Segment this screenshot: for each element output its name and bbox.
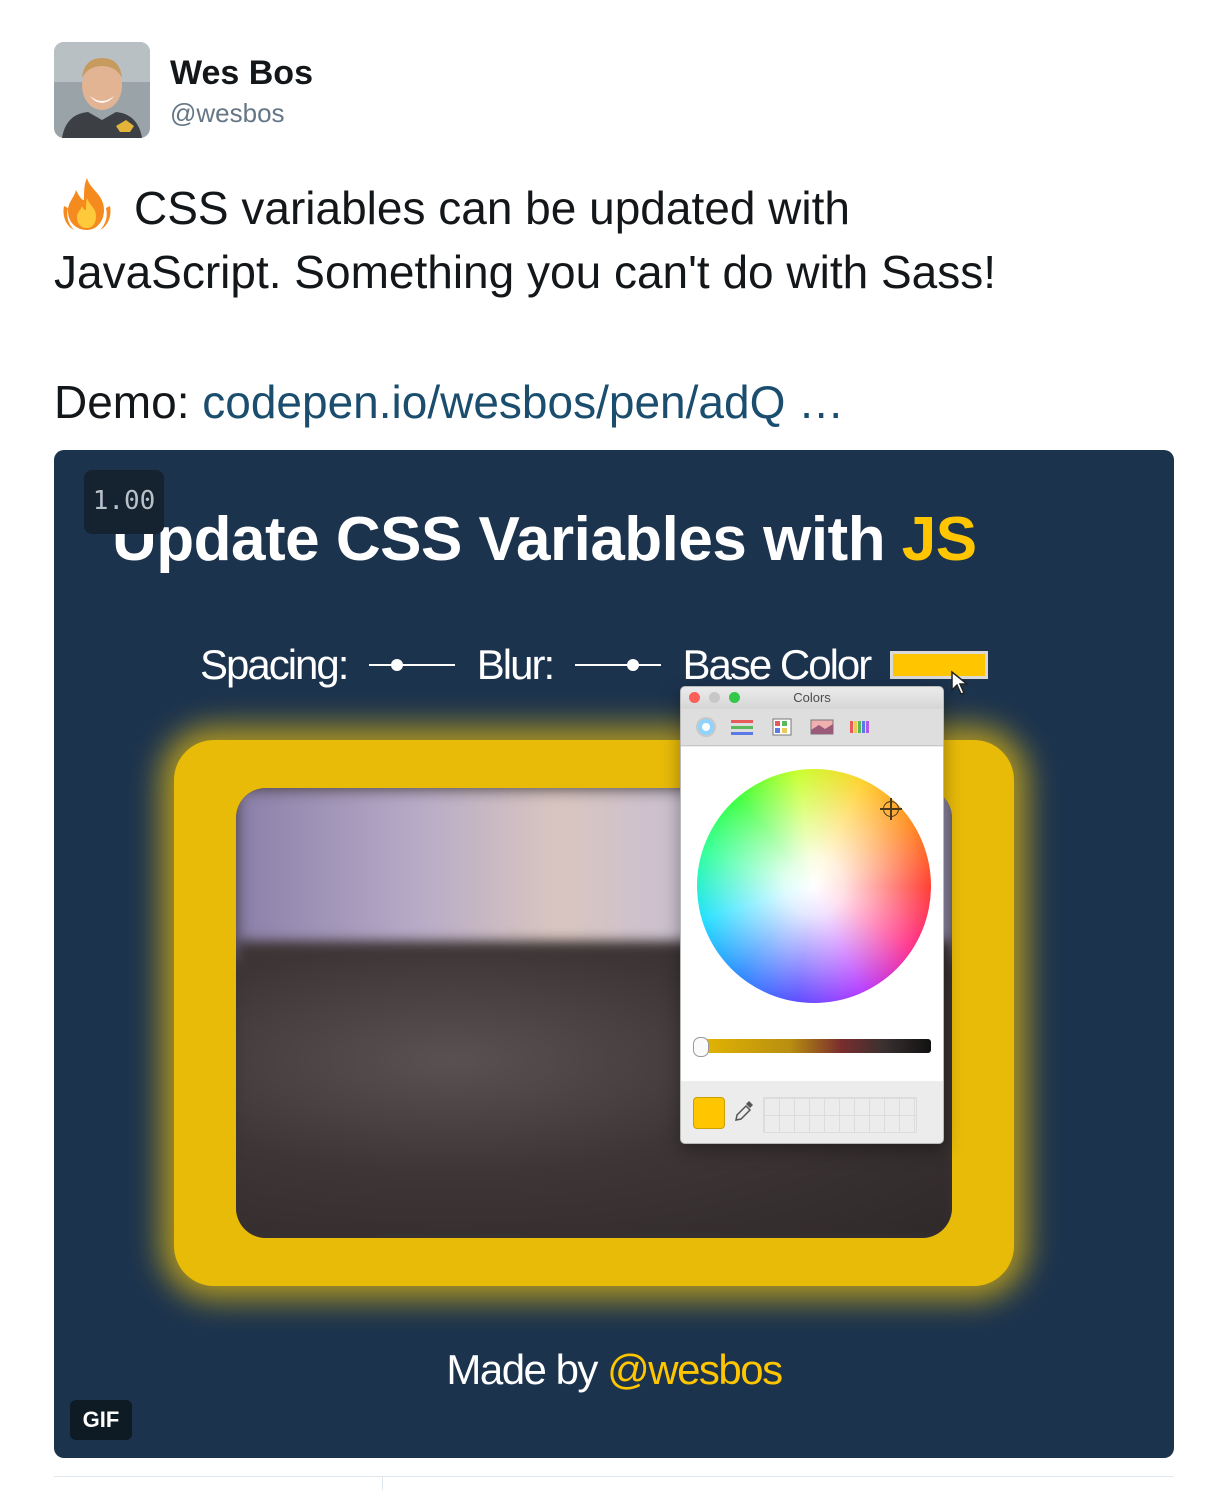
demo-label: Demo: [54, 376, 190, 428]
color-panel[interactable]: Colors [680, 686, 944, 1144]
blur-slider[interactable] [574, 655, 661, 675]
demo-link[interactable]: codepen.io/wesbos/pen/adQ … [202, 376, 844, 428]
panel-body [681, 747, 943, 1081]
spacing-label: Spacing: [200, 640, 349, 688]
brightness-slider[interactable] [693, 1037, 931, 1057]
tweet-text: CSS variables can be updated with JavaSc… [54, 176, 1174, 304]
panel-tabs [681, 709, 943, 746]
made-by: Made by @wesbos [54, 1346, 1174, 1394]
divider [54, 1476, 1174, 1477]
color-wheel-icon[interactable] [693, 715, 719, 739]
slider-knob[interactable] [391, 658, 404, 671]
blur-label: Blur: [476, 640, 555, 688]
palettes-icon[interactable] [769, 715, 795, 739]
demo-controls: Spacing: Blur: Base Color [200, 638, 988, 689]
brightness-knob[interactable] [693, 1037, 709, 1057]
demo-title: Update CSS Variables with JS [112, 504, 977, 575]
current-color-swatch[interactable] [693, 1097, 725, 1129]
panel-titlebar[interactable]: Colors [681, 687, 943, 709]
pointer-cursor-icon [951, 670, 970, 695]
demo-title-main: Update CSS Variables with [112, 505, 902, 574]
wheel-crosshair-icon[interactable] [880, 798, 902, 820]
made-by-prefix: Made by [446, 1346, 608, 1393]
saved-colors-grid[interactable] [763, 1097, 917, 1133]
eyedropper-icon[interactable] [733, 1099, 755, 1123]
demo-title-accent: JS [901, 505, 977, 574]
profile-photo-icon [54, 42, 150, 138]
crayons-icon[interactable] [847, 715, 873, 739]
author-name[interactable]: Wes Bos [170, 54, 313, 93]
avatar[interactable] [54, 42, 150, 138]
divider-tick [382, 1476, 383, 1490]
frame-counter: 1.00 [84, 470, 164, 534]
panel-footer [681, 1083, 943, 1143]
demo-line: Demo: codepen.io/wesbos/pen/adQ … [54, 370, 844, 434]
base-color-input[interactable] [889, 650, 988, 679]
fire-emoji-icon [54, 176, 120, 232]
slider-knob[interactable] [626, 658, 639, 671]
gif-media[interactable]: Update CSS Variables with JS 1.00 Spacin… [54, 450, 1174, 1458]
image-palette-icon[interactable] [809, 715, 835, 739]
author-handle[interactable]: @wesbos [170, 98, 285, 129]
tweet-line-2: JavaScript. Something you can't do with … [54, 246, 997, 298]
gif-badge: GIF [70, 1400, 132, 1440]
base-color-label: Base Color [682, 640, 873, 688]
panel-title: Colors [793, 690, 831, 705]
sliders-icon[interactable] [729, 715, 755, 739]
made-by-handle[interactable]: @wesbos [607, 1346, 783, 1393]
spacing-slider[interactable] [369, 655, 456, 675]
tweet-line-1: CSS variables can be updated with [134, 182, 850, 234]
